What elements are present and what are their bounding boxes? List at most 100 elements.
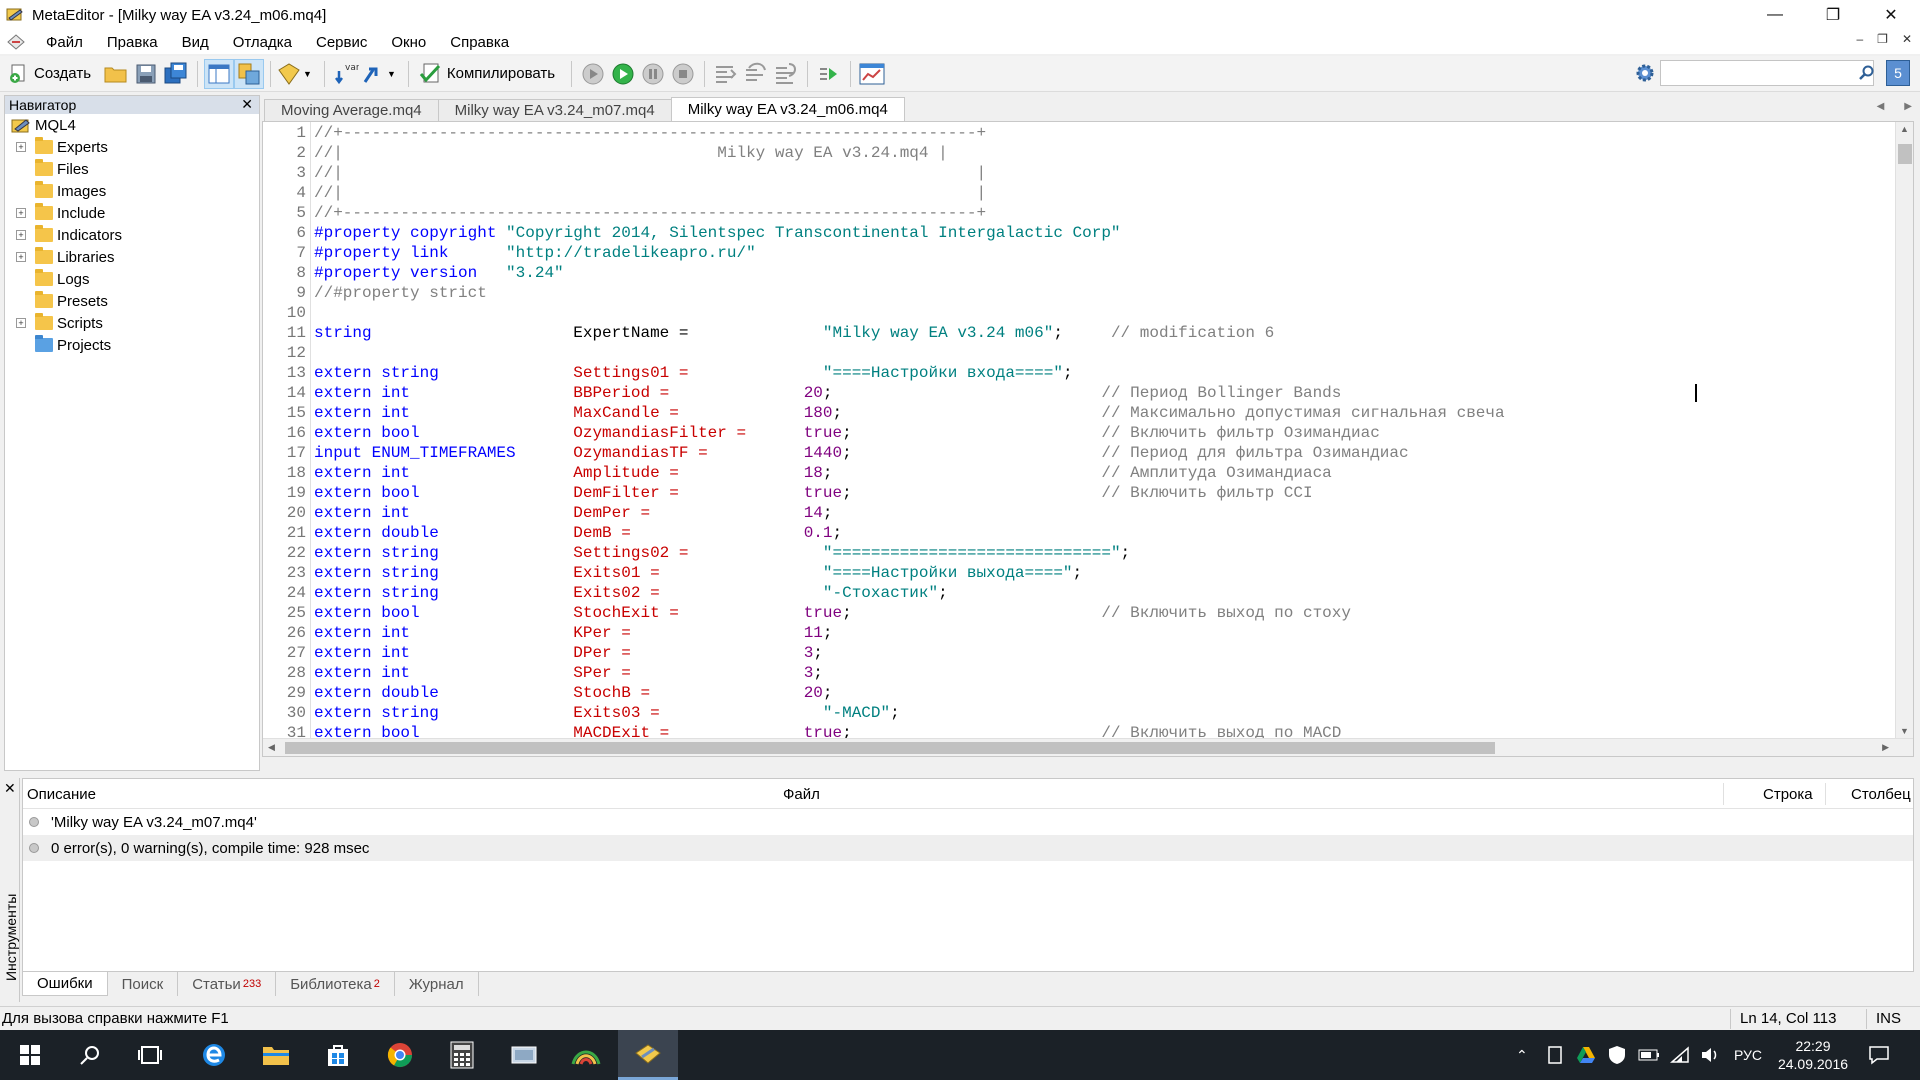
search-button[interactable] [1858, 62, 1876, 84]
code-line[interactable]: extern int MaxCandle = 180; // Максималь… [314, 403, 1505, 423]
taskbar-calculator[interactable] [432, 1030, 492, 1080]
step-over-button[interactable] [741, 59, 771, 89]
tree-item[interactable]: Presets [5, 290, 259, 312]
column-header-column[interactable]: Столбец [1851, 786, 1911, 803]
taskbar-chrome[interactable] [370, 1030, 430, 1080]
tree-item-root[interactable]: MQL4 [5, 114, 259, 136]
code-line[interactable]: string ExpertName = "Milky way EA v3.24 … [314, 323, 1274, 343]
code-line[interactable]: extern string Exits02 = "-Стохастик"; [314, 583, 948, 603]
column-header-line[interactable]: Строка [1763, 786, 1813, 803]
tab-articles[interactable]: Статьи 233 [178, 972, 277, 996]
tab-errors[interactable]: Ошибки [22, 972, 108, 996]
vertical-scroll-thumb[interactable] [1898, 144, 1912, 164]
mql5-community-button[interactable]: 5 [1886, 60, 1910, 86]
step-into-var-button[interactable]: var [331, 59, 361, 89]
code-line[interactable]: extern double StochB = 20; [314, 683, 833, 703]
expand-toggle-icon[interactable]: + [16, 142, 26, 152]
mdi-close-button[interactable]: ✕ [1902, 32, 1912, 46]
tree-item[interactable]: + Experts [5, 136, 259, 158]
task-view-button[interactable] [120, 1030, 180, 1080]
column-header-file[interactable]: Файл [783, 786, 820, 803]
horizontal-scrollbar[interactable]: ◀ ▶ [263, 738, 1913, 756]
tree-item[interactable]: + Include [5, 202, 259, 224]
code-line[interactable]: //| | [314, 183, 986, 203]
code-line[interactable]: input ENUM_TIMEFRAMES OzymandiasTF = 144… [314, 443, 1409, 463]
tab-milky-way-m07[interactable]: Milky way EA v3.24_m07.mq4 [437, 99, 672, 121]
start-button[interactable] [0, 1030, 60, 1080]
menu-window[interactable]: Окно [379, 34, 438, 51]
code-line[interactable]: extern bool DemFilter = true; // Включит… [314, 483, 1313, 503]
goto-dropdown[interactable]: ▼ [361, 59, 396, 89]
code-line[interactable]: #property version "3.24" [314, 263, 564, 283]
tab-journal[interactable]: Журнал [395, 972, 479, 996]
menu-tools[interactable]: Сервис [304, 34, 379, 51]
debug-start-history-button[interactable] [578, 59, 608, 89]
tab-scroll-left-icon[interactable]: ◀ [1877, 101, 1885, 112]
column-header-description[interactable]: Описание [27, 786, 96, 803]
terminal-button[interactable] [857, 59, 887, 89]
open-button[interactable] [101, 59, 131, 89]
taskbar-store[interactable] [308, 1030, 368, 1080]
mdi-minimize-button[interactable]: – [1856, 32, 1863, 46]
tray-overflow-chevron[interactable]: ⌃ [1516, 1030, 1528, 1080]
metaeditor-app-icon[interactable] [6, 6, 24, 24]
code-line[interactable]: //| | [314, 163, 986, 183]
tree-item[interactable]: + Scripts [5, 312, 259, 334]
scroll-left-icon[interactable]: ◀ [268, 742, 275, 753]
code-line[interactable]: extern int KPer = 11; [314, 623, 833, 643]
toolbox-toggle-button[interactable] [234, 58, 265, 89]
scroll-down-icon[interactable]: ▼ [1900, 726, 1909, 736]
code-line[interactable]: extern string Settings01 = "====Настройк… [314, 363, 1073, 383]
vertical-scrollbar[interactable]: ▲ ▼ [1895, 122, 1913, 738]
taskbar-file-explorer[interactable] [246, 1030, 306, 1080]
tray-language[interactable]: РУС [1734, 1030, 1762, 1080]
mql-wizard-dropdown[interactable]: ▼ [277, 59, 312, 89]
tree-item[interactable]: Images [5, 180, 259, 202]
tray-clock[interactable]: 22:29 24.09.2016 [1776, 1030, 1850, 1080]
minimize-button[interactable]: — [1746, 0, 1804, 30]
tray-volume[interactable] [1700, 1030, 1720, 1080]
close-icon[interactable]: ✕ [4, 780, 16, 797]
save-all-button[interactable] [161, 59, 191, 89]
menu-view[interactable]: Вид [170, 34, 221, 51]
search-taskbar-button[interactable] [60, 1030, 120, 1080]
tray-battery[interactable] [1638, 1030, 1660, 1080]
tray-action-center[interactable] [1868, 1030, 1890, 1080]
code-line[interactable]: #property copyright "Copyright 2014, Sil… [314, 223, 1121, 243]
tree-item[interactable]: Files [5, 158, 259, 180]
code-line[interactable]: extern int DemPer = 14; [314, 503, 833, 523]
expand-toggle-icon[interactable]: + [16, 252, 26, 262]
code-line[interactable]: //#property strict [314, 283, 487, 303]
expand-toggle-icon[interactable]: + [16, 318, 26, 328]
menu-file[interactable]: Файл [34, 34, 95, 51]
close-icon[interactable]: ✕ [241, 96, 253, 113]
step-into-button[interactable] [711, 59, 741, 89]
taskbar-app-window[interactable] [494, 1030, 554, 1080]
settings-gear-button[interactable] [1632, 60, 1658, 86]
menu-edit[interactable]: Правка [95, 34, 170, 51]
tree-item[interactable]: + Libraries [5, 246, 259, 268]
code-line[interactable]: //+-------------------------------------… [314, 123, 986, 143]
tab-milky-way-m06[interactable]: Milky way EA v3.24_m06.mq4 [670, 97, 905, 121]
code-line[interactable]: extern bool OzymandiasFilter = true; // … [314, 423, 1380, 443]
horizontal-scroll-thumb[interactable] [285, 742, 1495, 754]
save-button[interactable] [131, 59, 161, 89]
tab-library[interactable]: Библиотека 2 [276, 972, 395, 996]
taskbar-metatrader[interactable] [556, 1030, 616, 1080]
tree-item[interactable]: Logs [5, 268, 259, 290]
tab-moving-average[interactable]: Moving Average.mq4 [264, 99, 439, 121]
tray-defender[interactable] [1608, 1030, 1626, 1080]
scroll-up-icon[interactable]: ▲ [1900, 124, 1909, 134]
step-out-button[interactable] [771, 59, 801, 89]
code-line[interactable]: //+-------------------------------------… [314, 203, 986, 223]
code-line[interactable]: extern int SPer = 3; [314, 663, 823, 683]
code-line[interactable]: extern bool StochExit = true; // Включит… [314, 603, 1351, 623]
menu-help[interactable]: Справка [438, 34, 521, 51]
code-line[interactable]: extern int BBPeriod = 20; // Период Boll… [314, 383, 1341, 403]
code-editor[interactable]: 1 2 3 4 5 6 7 8 9 10 11 12 13 14 15 16 17 18 19 20 21 22 23 24 2… [262, 121, 1914, 757]
tab-search[interactable]: Поиск [108, 972, 179, 996]
expand-toggle-icon[interactable]: + [16, 230, 26, 240]
taskbar-edge[interactable] [184, 1030, 244, 1080]
navigator-toggle-button[interactable] [204, 58, 235, 89]
tab-scroll-right-icon[interactable]: ▶ [1904, 101, 1912, 112]
